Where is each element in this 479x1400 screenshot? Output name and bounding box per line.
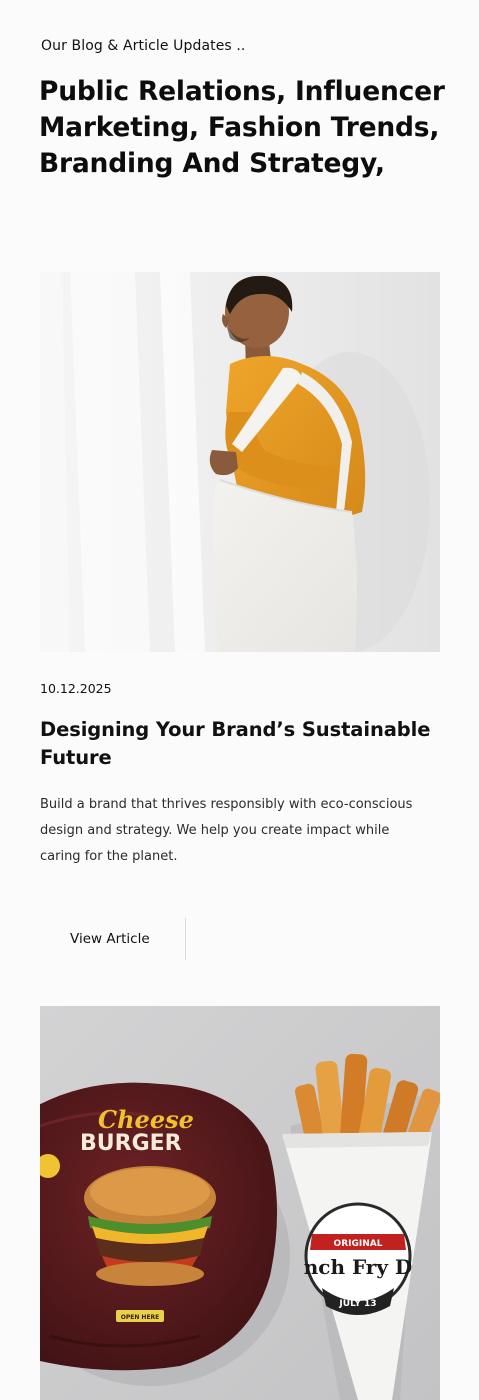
post-date: 10.12.2025 bbox=[40, 681, 112, 696]
post-title[interactable]: Designing Your Brand’s Sustainable Futur… bbox=[40, 716, 450, 772]
post-excerpt: Build a brand that thrives responsibly w… bbox=[40, 797, 413, 864]
cone-date-text: JULY 13 bbox=[338, 1299, 376, 1309]
post-image-burger-fries[interactable]: Cheese BURGER OPEN HERE ORIGINAL nch Fry… bbox=[40, 1006, 440, 1400]
open-here-badge-text: OPEN HERE bbox=[121, 1314, 160, 1321]
view-article-button[interactable]: View Article bbox=[40, 918, 186, 960]
wrapper-cheese-text: Cheese bbox=[98, 1105, 194, 1134]
cone-banner-text: ORIGINAL bbox=[334, 1239, 383, 1249]
post-image-man-tote-bag[interactable] bbox=[40, 272, 440, 652]
man-tote-illustration bbox=[40, 272, 440, 652]
cone-main-text: nch Fry D bbox=[304, 1255, 413, 1279]
eyebrow-text: Our Blog & Article Updates .. bbox=[41, 38, 246, 54]
view-article-label: View Article bbox=[70, 931, 150, 947]
wrapper-burger-text: BURGER bbox=[80, 1131, 182, 1156]
section-headline: Public Relations, Influencer Marketing, … bbox=[39, 76, 445, 179]
burger-fries-illustration: Cheese BURGER OPEN HERE ORIGINAL nch Fry… bbox=[40, 1006, 440, 1400]
